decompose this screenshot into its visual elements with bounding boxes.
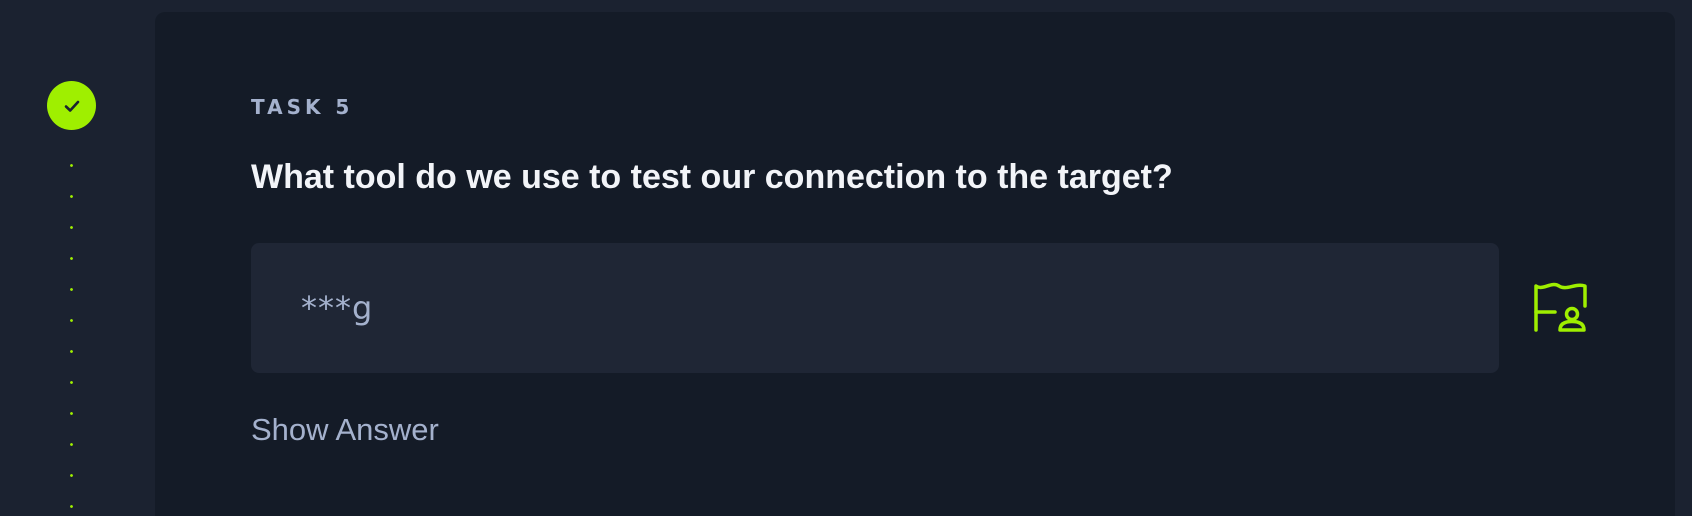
timeline-connector xyxy=(70,150,73,516)
flag-user-icon xyxy=(1534,282,1587,332)
task-card: TASK 5 What tool do we use to test our c… xyxy=(155,12,1675,516)
submit-flag-button[interactable] xyxy=(1533,282,1589,338)
task-timeline xyxy=(0,0,145,516)
task-question: What tool do we use to test our connecti… xyxy=(251,158,1173,196)
task-page: TASK 5 What tool do we use to test our c… xyxy=(0,0,1692,516)
answer-input[interactable]: ***g xyxy=(251,243,1499,373)
check-icon xyxy=(64,100,79,112)
task-complete-badge xyxy=(47,81,96,130)
answer-value: ***g xyxy=(301,289,374,327)
show-answer-link[interactable]: Show Answer xyxy=(251,412,439,448)
task-number-label: TASK 5 xyxy=(251,95,354,119)
